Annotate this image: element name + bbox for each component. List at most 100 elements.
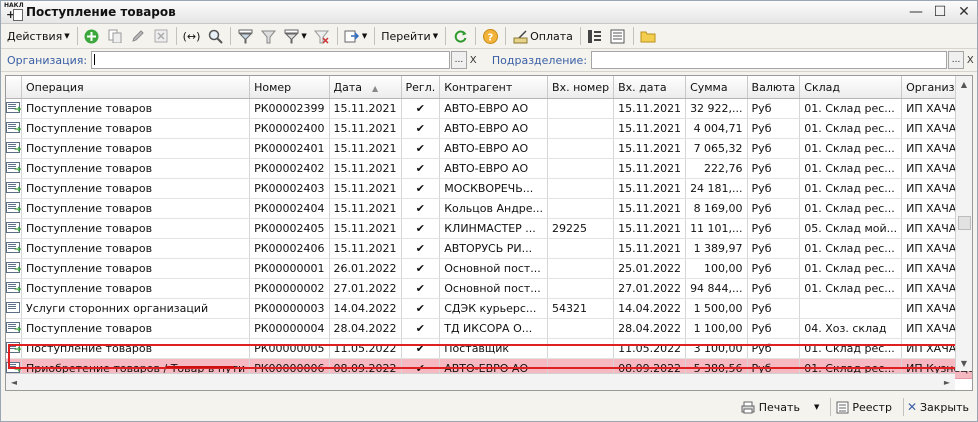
cell-sum[interactable]: 100,00 [685,258,748,279]
cell-number[interactable]: РК00000001 [249,258,330,279]
cell-sum[interactable]: 1 389,97 [685,238,748,259]
help-button[interactable]: ? [479,26,501,46]
cell-currency[interactable]: Руб [747,118,801,139]
folder-button[interactable] [637,26,659,46]
scroll-thumb[interactable] [958,216,971,230]
cell-in-date[interactable]: 25.01.2022 [613,258,687,279]
cell-date[interactable]: 14.04.2022 [329,298,402,319]
cell-contractor[interactable]: Основной пост... [439,278,549,299]
cell-in-number[interactable]: 29225 [547,218,615,239]
cell-date[interactable]: 15.11.2021 [329,238,402,259]
organization-clear-button[interactable]: X [467,52,480,68]
cell-operation[interactable]: Поступление товаров [21,138,251,159]
cell-warehouse[interactable]: 01. Склад рес... [799,138,903,159]
cell-date[interactable]: 26.01.2022 [329,258,402,279]
cell-warehouse[interactable]: 01. Склад рес... [799,158,903,179]
cell-warehouse[interactable]: 01. Склад рес... [799,258,903,279]
cell-currency[interactable]: Руб [747,158,801,179]
cell-in-date[interactable]: 15.11.2021 [613,218,687,239]
cell-date[interactable]: 15.11.2021 [329,178,402,199]
column-header-operation[interactable]: Операция [21,76,251,99]
scroll-up-icon[interactable]: ▲ [956,76,972,92]
cell-warehouse[interactable]: 05. Склад мой... [799,218,903,239]
department-field[interactable] [591,51,948,69]
cell-in-date[interactable]: 15.11.2021 [613,118,687,139]
table-row[interactable]: ➜ Поступление товаров РК00000005 11.05.2022… [6,338,972,359]
edit-button[interactable] [127,26,149,46]
cell-number[interactable]: РК00000003 [249,298,330,319]
cell-currency[interactable]: Руб [747,278,801,299]
column-header-contractor[interactable]: Контрагент [439,76,549,99]
cell-operation[interactable]: Поступление товаров [21,278,251,299]
cell-currency[interactable]: Руб [747,298,801,319]
column-header-currency[interactable]: Валюта [747,76,801,99]
cell-in-date[interactable]: 27.01.2022 [613,278,687,299]
cell-reg[interactable]: ✔ [401,318,441,339]
cell-operation[interactable]: Поступление товаров [21,318,251,339]
cell-contractor[interactable]: АВТОРУСЬ РИ... [439,238,549,259]
cell-sum[interactable]: 1 100,00 [685,318,748,339]
cell-in-number[interactable] [547,338,615,359]
cell-date[interactable]: 15.11.2021 [329,138,402,159]
cell-operation[interactable]: Поступление товаров [21,218,251,239]
cell-warehouse[interactable]: 01. Склад рес... [799,178,903,199]
cell-warehouse[interactable] [799,298,903,319]
cell-contractor[interactable]: Поставщик [439,338,549,359]
cell-reg[interactable]: ✔ [401,238,441,259]
cell-contractor[interactable]: АВТО-ЕВРО АО [439,98,549,119]
cell-number[interactable]: РК00002404 [249,198,330,219]
cell-number[interactable]: РК00000002 [249,278,330,299]
cell-sum[interactable]: 4 004,71 [685,118,748,139]
cell-currency[interactable]: Руб [747,218,801,239]
column-header-icon[interactable] [6,76,22,99]
cell-number[interactable]: РК00002406 [249,238,330,259]
print-dropdown-icon[interactable]: ▼ [814,403,819,411]
cell-currency[interactable]: Руб [747,258,801,279]
cell-warehouse[interactable]: 01. Склад рес... [799,338,903,359]
cell-number[interactable]: РК00002402 [249,158,330,179]
create-based-on-button[interactable]: ▼ [341,26,370,46]
table-row[interactable]: ➜ Поступление товаров РК00002402 15.11.2021… [6,158,972,179]
cell-operation[interactable]: Поступление товаров [21,238,251,259]
cell-number[interactable]: РК00002400 [249,118,330,139]
cell-in-date[interactable]: 15.11.2021 [613,178,687,199]
cell-in-date[interactable]: 11.05.2022 [613,338,687,359]
cell-number[interactable]: РК00000005 [249,338,330,359]
scroll-left-icon[interactable]: ◄ [6,374,22,390]
cell-contractor[interactable]: МОСКВОРЕЧЬ... [439,178,549,199]
cell-warehouse[interactable]: 01. Склад рес... [799,118,903,139]
cell-in-number[interactable] [547,278,615,299]
cell-in-number[interactable] [547,98,615,119]
cell-currency[interactable]: Руб [747,318,801,339]
payment-button[interactable]: Оплата [509,26,576,46]
cell-currency[interactable]: Руб [747,338,801,359]
cell-sum[interactable]: 222,76 [685,158,748,179]
cell-operation[interactable]: Услуги сторонних организаций [21,298,251,319]
cell-warehouse[interactable]: 01. Склад рес... [799,198,903,219]
structure-button[interactable] [584,26,606,46]
cell-reg[interactable]: ✔ [401,138,441,159]
column-header-reg[interactable]: Регл. [401,76,441,99]
cell-warehouse[interactable]: 04. Хоз. склад [799,318,903,339]
cell-reg[interactable]: ✔ [401,278,441,299]
table-row[interactable]: ➜ Поступление товаров РК00002401 15.11.2021… [6,138,972,159]
cell-date[interactable]: 27.01.2022 [329,278,402,299]
organization-field[interactable] [91,51,451,69]
table-row[interactable]: ➜ Поступление товаров РК00002404 15.11.2021… [6,198,972,219]
cell-date[interactable]: 15.11.2021 [329,118,402,139]
table-row[interactable]: ➜ Поступление товаров РК00002400 15.11.2021… [6,118,972,139]
column-header-in-number[interactable]: Вх. номер [547,76,615,99]
cell-in-number[interactable] [547,178,615,199]
cell-number[interactable]: РК00002399 [249,98,330,119]
department-clear-button[interactable]: X [964,52,977,68]
registry-button[interactable]: Реестр [834,399,892,415]
column-header-in-date[interactable]: Вх. дата [613,76,687,99]
cell-date[interactable]: 15.11.2021 [329,158,402,179]
cell-operation[interactable]: Поступление товаров [21,338,251,359]
cell-in-number[interactable] [547,158,615,179]
cell-operation[interactable]: Поступление товаров [21,198,251,219]
filter-list-button[interactable]: ▼ [280,26,309,46]
cell-in-number[interactable] [547,258,615,279]
cell-reg[interactable]: ✔ [401,158,441,179]
cell-warehouse[interactable]: 01. Склад рес... [799,98,903,119]
